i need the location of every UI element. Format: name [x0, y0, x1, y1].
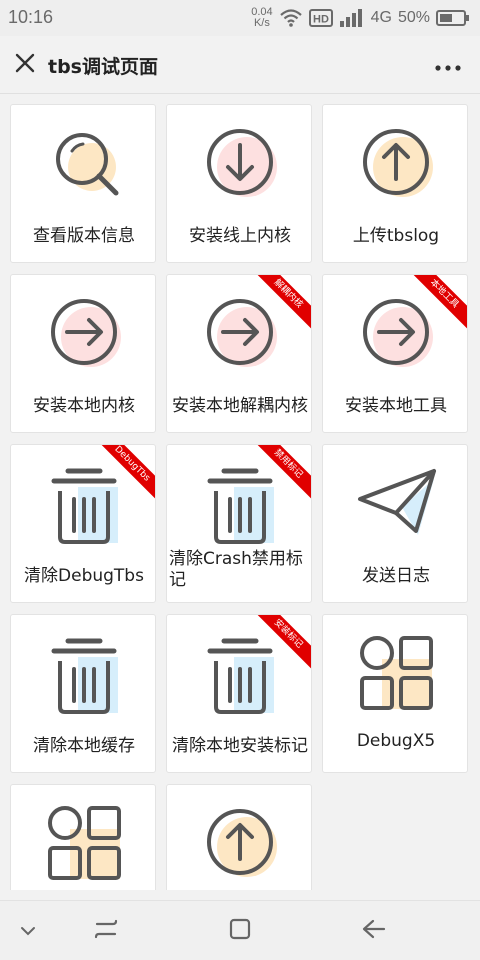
tool-tile-label: 安装本地解耦内核	[172, 396, 308, 416]
tool-tile[interactable]: 安装本地解耦内核 解耦内核	[166, 274, 312, 433]
network-speed: 0.04 K/s	[251, 7, 272, 29]
upload-icon	[190, 805, 290, 885]
tool-tile[interactable]: 发送日志	[322, 444, 468, 603]
tool-tile-label: DebugX5	[356, 731, 436, 751]
menu-icon	[93, 918, 119, 944]
trash-icon	[34, 635, 134, 715]
battery-icon	[436, 9, 470, 27]
tool-tile-label: 安装本地工具	[345, 396, 447, 416]
grid-icon	[34, 805, 134, 885]
tool-tile[interactable]	[10, 784, 156, 890]
tool-tile[interactable]: 清除Crash禁用标记 禁用标记	[166, 444, 312, 603]
wifi-icon	[279, 8, 303, 28]
back-icon	[361, 918, 387, 944]
search-icon	[34, 125, 134, 205]
tool-tile[interactable]: 清除DebugTbs DebugTbs	[10, 444, 156, 603]
hd-label: HD	[313, 14, 329, 26]
home-button[interactable]	[222, 913, 258, 949]
arrow-right-icon	[34, 295, 134, 375]
chevron-down-icon	[19, 922, 37, 941]
grid-icon	[346, 635, 446, 715]
tool-tile[interactable]: 安装线上内核	[166, 104, 312, 263]
tool-tile[interactable]: 清除本地缓存	[10, 614, 156, 773]
trash-icon	[190, 635, 290, 715]
tool-tile[interactable]: DebugX5	[322, 614, 468, 773]
screen: 10:16 0.04 K/s HD 4G 50% tbs调试页面 查看版本信息 …	[0, 0, 480, 960]
tool-tile[interactable]: 清除本地安装标记 安装标记	[166, 614, 312, 773]
trash-icon	[190, 465, 290, 545]
tool-tile-label: 查看版本信息	[33, 226, 135, 246]
title-bar: tbs调试页面	[0, 36, 480, 94]
send-icon	[346, 465, 446, 545]
trash-icon	[34, 465, 134, 545]
tool-tile[interactable]: 查看版本信息	[10, 104, 156, 263]
tool-tile[interactable]: 安装本地工具 本地工具	[322, 274, 468, 433]
arrow-right-icon	[346, 295, 446, 375]
tool-tile[interactable]: 上传tbslog	[322, 104, 468, 263]
tool-tile-label: 清除本地安装标记	[172, 736, 308, 756]
signal-icon	[339, 8, 365, 28]
more-button[interactable]	[430, 50, 466, 80]
navigation-bar	[0, 900, 480, 960]
tool-tile-label: 安装线上内核	[189, 226, 291, 246]
download-icon	[190, 125, 290, 205]
home-icon	[228, 917, 252, 945]
tool-grid: 查看版本信息 安装线上内核 上传tbslog 安装本地内核 安装本地解耦内核 解耦内核 安装…	[0, 95, 480, 890]
back-button[interactable]	[356, 913, 392, 949]
upload-icon	[346, 125, 446, 205]
status-icons: 0.04 K/s HD 4G 50%	[251, 6, 470, 30]
more-icon	[435, 56, 461, 75]
tool-tile-label: 清除本地缓存	[33, 736, 135, 756]
tool-tile[interactable]	[166, 784, 312, 890]
close-button[interactable]	[10, 50, 40, 80]
close-icon	[14, 52, 36, 78]
tool-tile-label: 清除DebugTbs	[24, 566, 144, 586]
tool-tile[interactable]: 安装本地内核	[10, 274, 156, 433]
battery-percent: 50%	[397, 9, 430, 26]
tool-tile-label: 清除Crash禁用标记	[169, 549, 303, 590]
tool-tile-label: 上传tbslog	[352, 226, 440, 246]
network-type: 4G	[370, 9, 392, 26]
recents-button[interactable]	[88, 913, 124, 949]
status-bar: 10:16 0.04 K/s HD 4G 50%	[0, 0, 480, 36]
network-speed-unit: K/s	[253, 17, 270, 29]
hd-icon: HD	[308, 9, 333, 27]
page-title: tbs调试页面	[48, 56, 158, 78]
status-time: 10:16	[8, 7, 54, 27]
tool-tile-label: 安装本地内核	[33, 396, 135, 416]
tool-tile-label: 发送日志	[362, 566, 430, 586]
collapse-nav-button[interactable]	[10, 913, 46, 949]
arrow-right-icon	[190, 295, 290, 375]
